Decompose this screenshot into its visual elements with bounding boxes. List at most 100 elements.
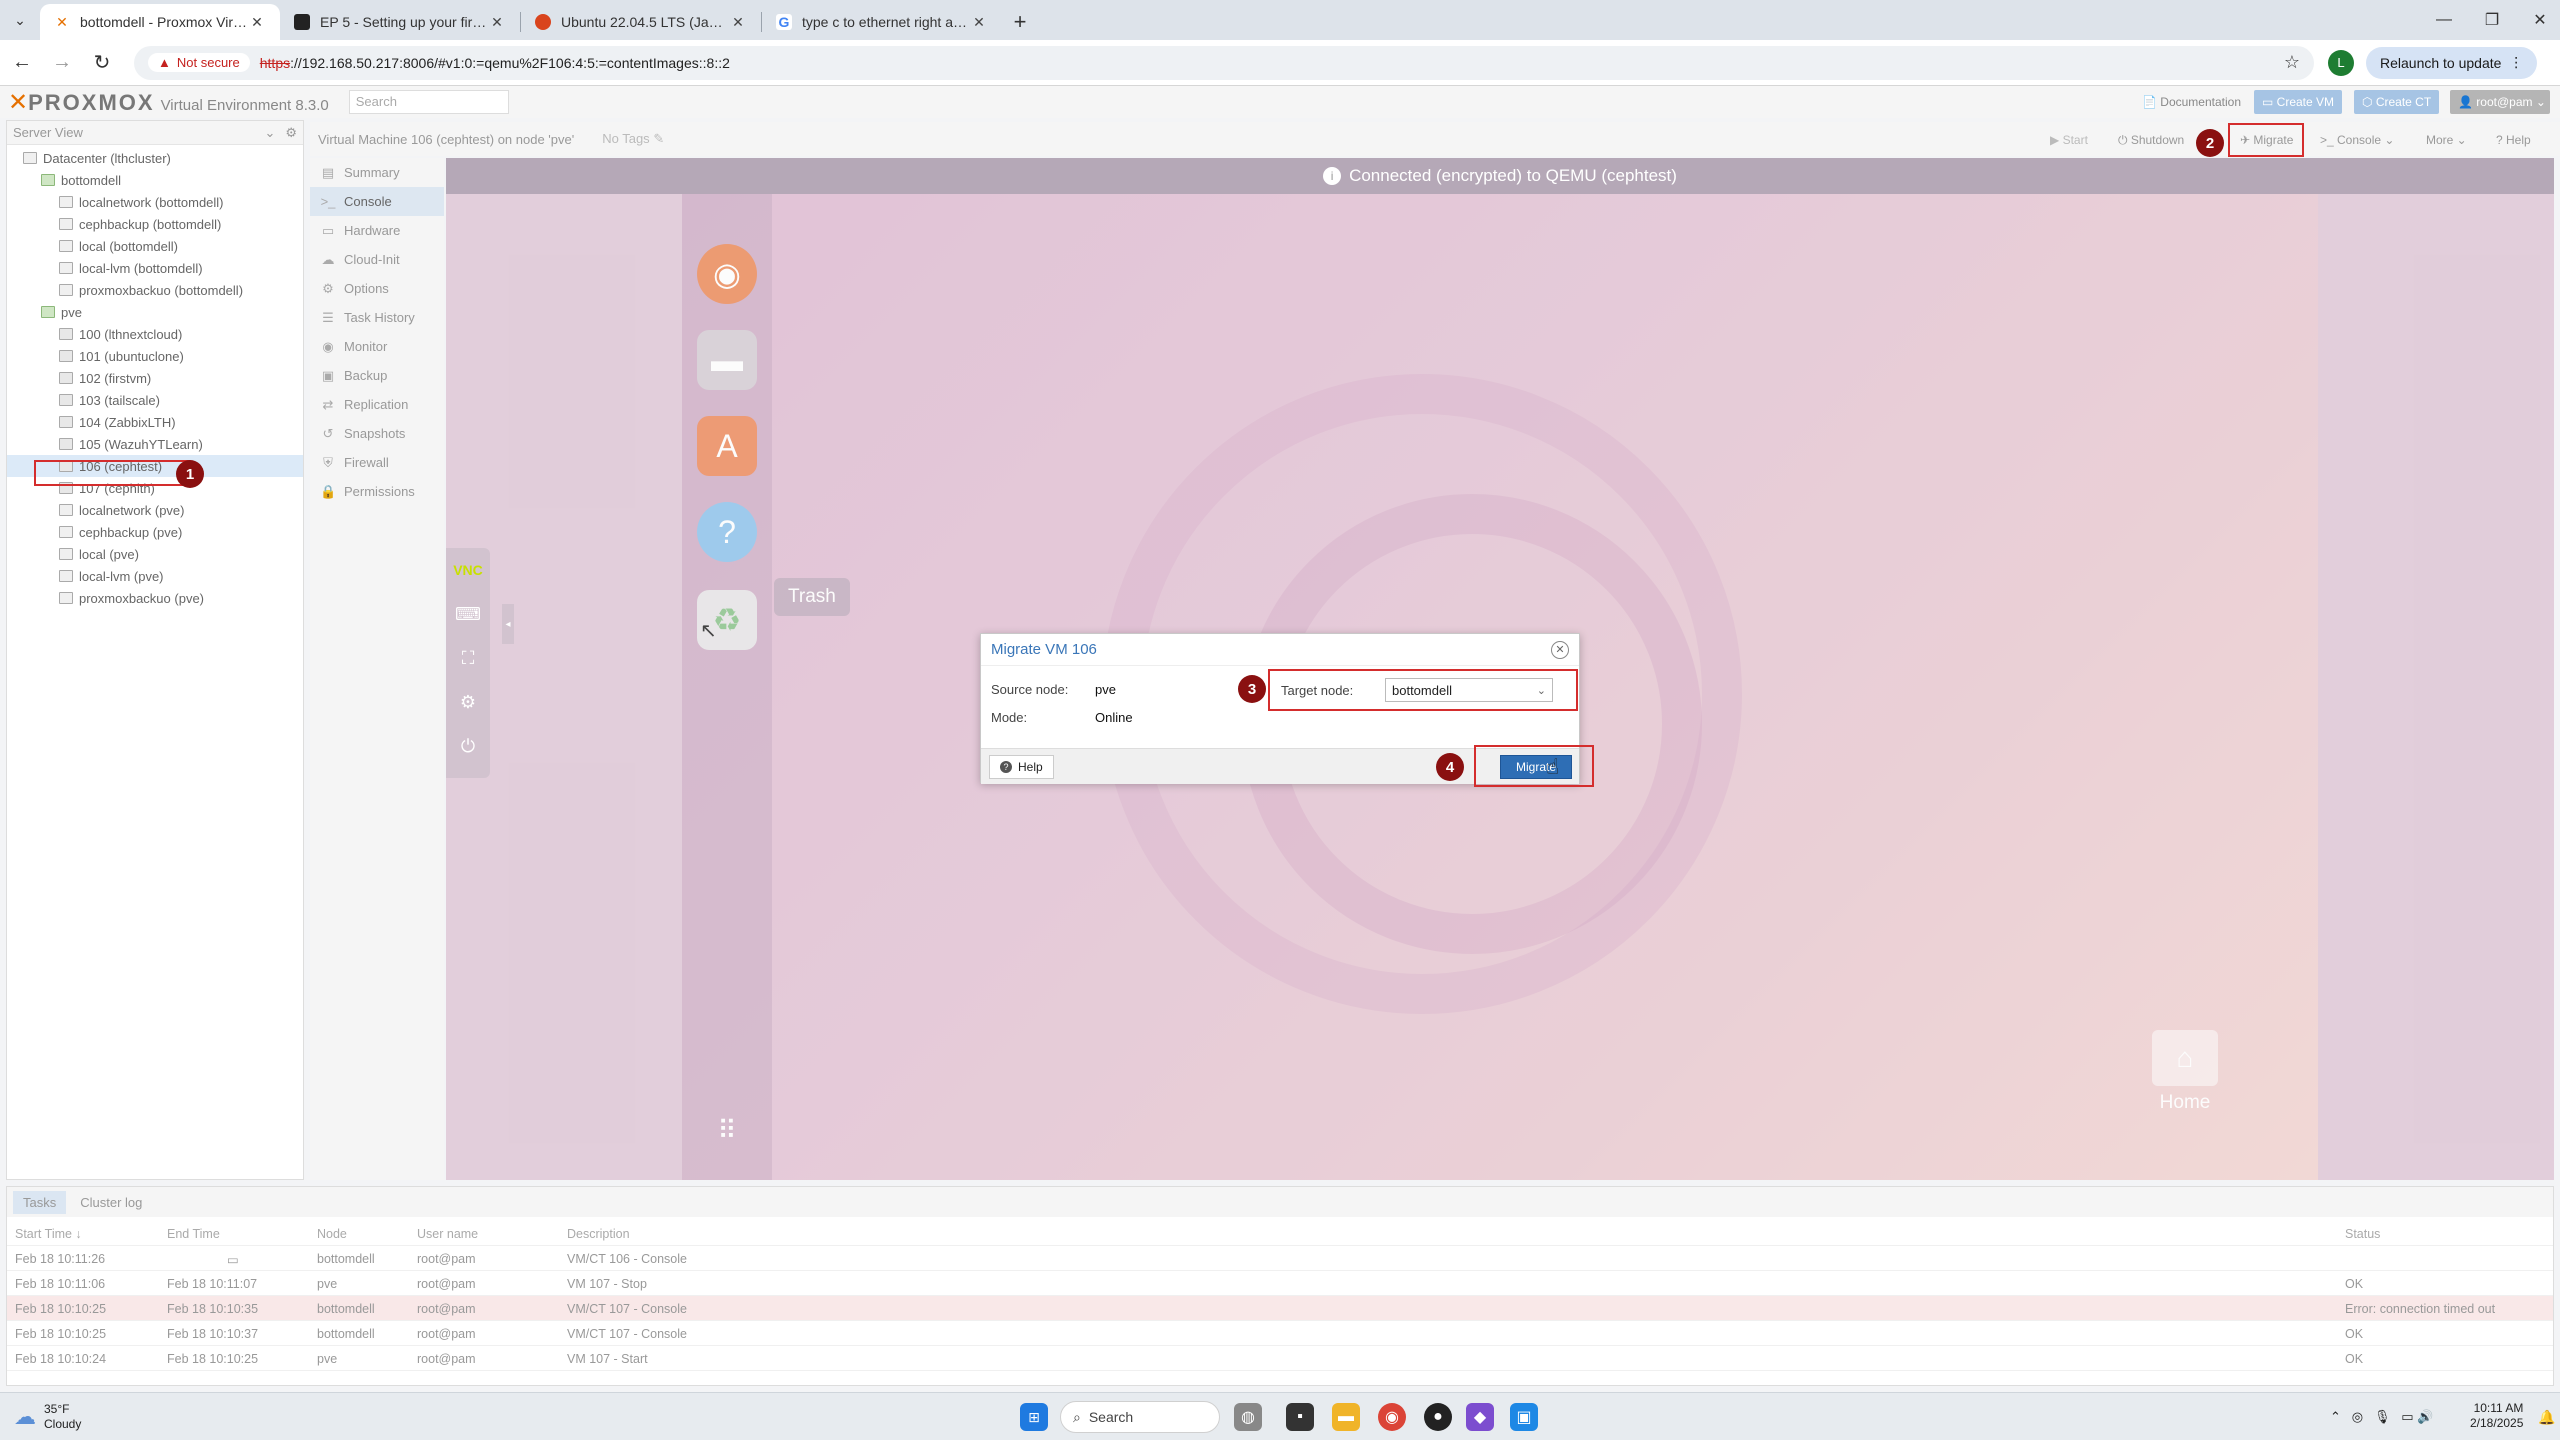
tree-item[interactable]: localnetwork (pve)	[7, 499, 303, 521]
window-close-button[interactable]: ✕	[2512, 0, 2560, 40]
nav-item-permissions[interactable]: 🔒 Permissions	[310, 477, 444, 506]
close-icon[interactable]: ✕	[248, 14, 266, 31]
user-menu-button[interactable]: 👤 root@pam ⌄	[2450, 90, 2550, 114]
column-header[interactable]: Start Time ↓	[15, 1227, 82, 1241]
nav-item-firewall[interactable]: ⛨ Firewall	[310, 448, 444, 477]
table-row[interactable]: Feb 18 10:11:26 bottomdell root@pam VM/CT 1…	[7, 1246, 2553, 1271]
tree-item[interactable]: local-lvm (pve)	[7, 565, 303, 587]
column-header[interactable]: End Time	[167, 1227, 220, 1241]
documentation-button[interactable]: 📄 Documentation	[2134, 90, 2249, 114]
create-vm-button[interactable]: ▭ Create VM	[2254, 90, 2343, 114]
widget-app-icon[interactable]: ◍	[1234, 1401, 1262, 1433]
back-icon[interactable]: ←	[4, 45, 40, 81]
nav-item-task-history[interactable]: ☰ Task History	[310, 303, 444, 332]
tree-item[interactable]: 104 (ZabbixLTH)	[7, 411, 303, 433]
obs-icon[interactable]: ●	[1424, 1401, 1452, 1433]
tree-item[interactable]: 105 (WazuhYTLearn)	[7, 433, 303, 455]
new-tab-button[interactable]: +	[1002, 4, 1038, 40]
network-app-icon[interactable]: ◎	[2352, 1409, 2363, 1425]
tab-tasks[interactable]: Tasks	[13, 1190, 67, 1214]
column-header[interactable]: Node	[317, 1227, 347, 1241]
file-explorer-icon[interactable]: ▬	[1332, 1401, 1360, 1433]
sidebar-toggle-icon[interactable]: ◂	[502, 604, 514, 644]
tree-item[interactable]: cephbackup (bottomdell)	[7, 213, 303, 235]
tree-item[interactable]: proxmoxbackuo (bottomdell)	[7, 279, 303, 301]
nav-item-snapshots[interactable]: ↺ Snapshots	[310, 419, 444, 448]
gear-icon[interactable]: ⚙	[446, 680, 490, 724]
start-button[interactable]: ⊞	[1020, 1401, 1048, 1433]
taskbar-search[interactable]: ⌕ Search	[1060, 1401, 1220, 1433]
power-icon[interactable]: ⏻	[446, 724, 490, 768]
photos-app-icon[interactable]: ▣	[1510, 1401, 1538, 1433]
fullscreen-icon[interactable]: ⛶	[446, 636, 490, 680]
not-secure-badge[interactable]: ▲ Not secure	[148, 53, 250, 72]
clock[interactable]: 10:11 AM 2/18/2025	[2470, 1401, 2523, 1433]
table-row[interactable]: Feb 18 10:10:25 Feb 18 10:10:35 bottomdell…	[7, 1296, 2553, 1321]
nav-item-summary[interactable]: ▤ Summary	[310, 158, 444, 187]
tab-search-icon[interactable]: ⌄	[0, 0, 40, 40]
tree-item[interactable]: cephbackup (pve)	[7, 521, 303, 543]
tree-item[interactable]: local (bottomdell)	[7, 235, 303, 257]
nav-item-cloud-init[interactable]: ☁ Cloud-Init	[310, 245, 444, 274]
tab-cluster-log[interactable]: Cluster log	[70, 1191, 152, 1214]
tree-item[interactable]: pve	[7, 301, 303, 323]
table-row[interactable]: Feb 18 10:10:25 Feb 18 10:10:37 bottomdell…	[7, 1321, 2553, 1346]
chrome-icon[interactable]: ◉	[1378, 1401, 1406, 1433]
speaker-icon[interactable]: 🔊	[2417, 1409, 2433, 1425]
wifi-icon[interactable]: ▭	[2401, 1409, 2413, 1425]
gear-icon[interactable]: ⚙	[285, 125, 297, 141]
nav-item-backup[interactable]: ▣ Backup	[310, 361, 444, 390]
tree-item[interactable]: bottomdell	[7, 169, 303, 191]
chevron-up-icon[interactable]: ⌃	[2330, 1409, 2341, 1425]
tree-item[interactable]: 100 (lthnextcloud)	[7, 323, 303, 345]
column-header[interactable]: User name	[417, 1227, 478, 1241]
close-icon[interactable]: ✕	[729, 14, 747, 31]
url-input[interactable]: ▲ Not secure https://192.168.50.217:8006/…	[134, 45, 2314, 80]
close-icon[interactable]: ✕	[970, 14, 988, 31]
tree-item[interactable]: 102 (firstvm)	[7, 367, 303, 389]
nav-item-monitor[interactable]: ◉ Monitor	[310, 332, 444, 361]
tree-item[interactable]: 103 (tailscale)	[7, 389, 303, 411]
profile-avatar[interactable]: L	[2328, 49, 2354, 76]
create-ct-button[interactable]: ⬡ Create CT	[2354, 90, 2440, 114]
search-input[interactable]: Search	[348, 90, 509, 114]
tree-item[interactable]: Datacenter (lthcluster)	[7, 147, 303, 169]
terminal-app-icon[interactable]: ▪	[1286, 1401, 1314, 1433]
column-header[interactable]: Status	[2345, 1227, 2380, 1241]
system-tray[interactable]: ⌃ ◎ 🎙 ▭ 🔊	[2330, 1401, 2433, 1433]
browser-tab-google[interactable]: G type c to ethernet right angle - ✕	[762, 4, 1002, 40]
close-icon[interactable]: ✕	[1551, 640, 1569, 659]
close-icon[interactable]: ✕	[488, 14, 506, 31]
nav-item-replication[interactable]: ⇄ Replication	[310, 390, 444, 419]
table-row[interactable]: Feb 18 10:11:06 Feb 18 10:11:07 pve root@pa…	[7, 1271, 2553, 1296]
more-button[interactable]: More ⌄	[2418, 128, 2475, 152]
table-row[interactable]: Feb 18 10:10:24 Feb 18 10:10:25 pve root@pa…	[7, 1346, 2553, 1371]
reload-icon[interactable]: ↻	[84, 45, 120, 81]
tree-item[interactable]: localnetwork (bottomdell)	[7, 191, 303, 213]
tree-item[interactable]: local-lvm (bottomdell)	[7, 257, 303, 279]
shutdown-button[interactable]: ⏻ Shutdown	[2110, 128, 2192, 152]
forward-icon[interactable]: →	[44, 45, 80, 81]
weather-widget[interactable]: ☁ 35°F Cloudy	[14, 1401, 81, 1433]
server-view-select[interactable]: Server View ⌄ ⚙	[7, 121, 303, 145]
keyboard-icon[interactable]: ⌨	[446, 592, 490, 636]
console-button[interactable]: >_ Console ⌄	[2312, 128, 2402, 152]
tags-label[interactable]: No Tags ✎	[602, 131, 664, 147]
bookmark-star-icon[interactable]: ☆	[2284, 52, 2300, 73]
column-header[interactable]: Description	[567, 1227, 630, 1241]
notification-bell-icon[interactable]: 🔔	[2538, 1401, 2555, 1433]
tree-item[interactable]: proxmoxbackuo (pve)	[7, 587, 303, 609]
nav-item-hardware[interactable]: ▭ Hardware	[310, 216, 444, 245]
nav-item-console[interactable]: >_ Console	[310, 187, 444, 216]
help-button[interactable]: ? Help	[989, 755, 1054, 779]
browser-tab-youtube[interactable]: EP 5 - Setting up your first VM ✕	[280, 4, 520, 40]
nav-item-options[interactable]: ⚙ Options	[310, 274, 444, 303]
tree-item[interactable]: local (pve)	[7, 543, 303, 565]
browser-tab-proxmox[interactable]: ✕ bottomdell - Proxmox Virtual E ✕	[40, 4, 280, 40]
microphone-icon[interactable]: 🎙	[2374, 1409, 2391, 1425]
tree-item[interactable]: 101 (ubuntuclone)	[7, 345, 303, 367]
help-toolbar-button[interactable]: ? Help	[2488, 128, 2539, 152]
relaunch-button[interactable]: Relaunch to update ⋮	[2366, 46, 2538, 79]
start-button[interactable]: ▶ Start	[2042, 128, 2096, 152]
browser-tab-ubuntu[interactable]: Ubuntu 22.04.5 LTS (Jammy Jel ✕	[521, 4, 761, 40]
